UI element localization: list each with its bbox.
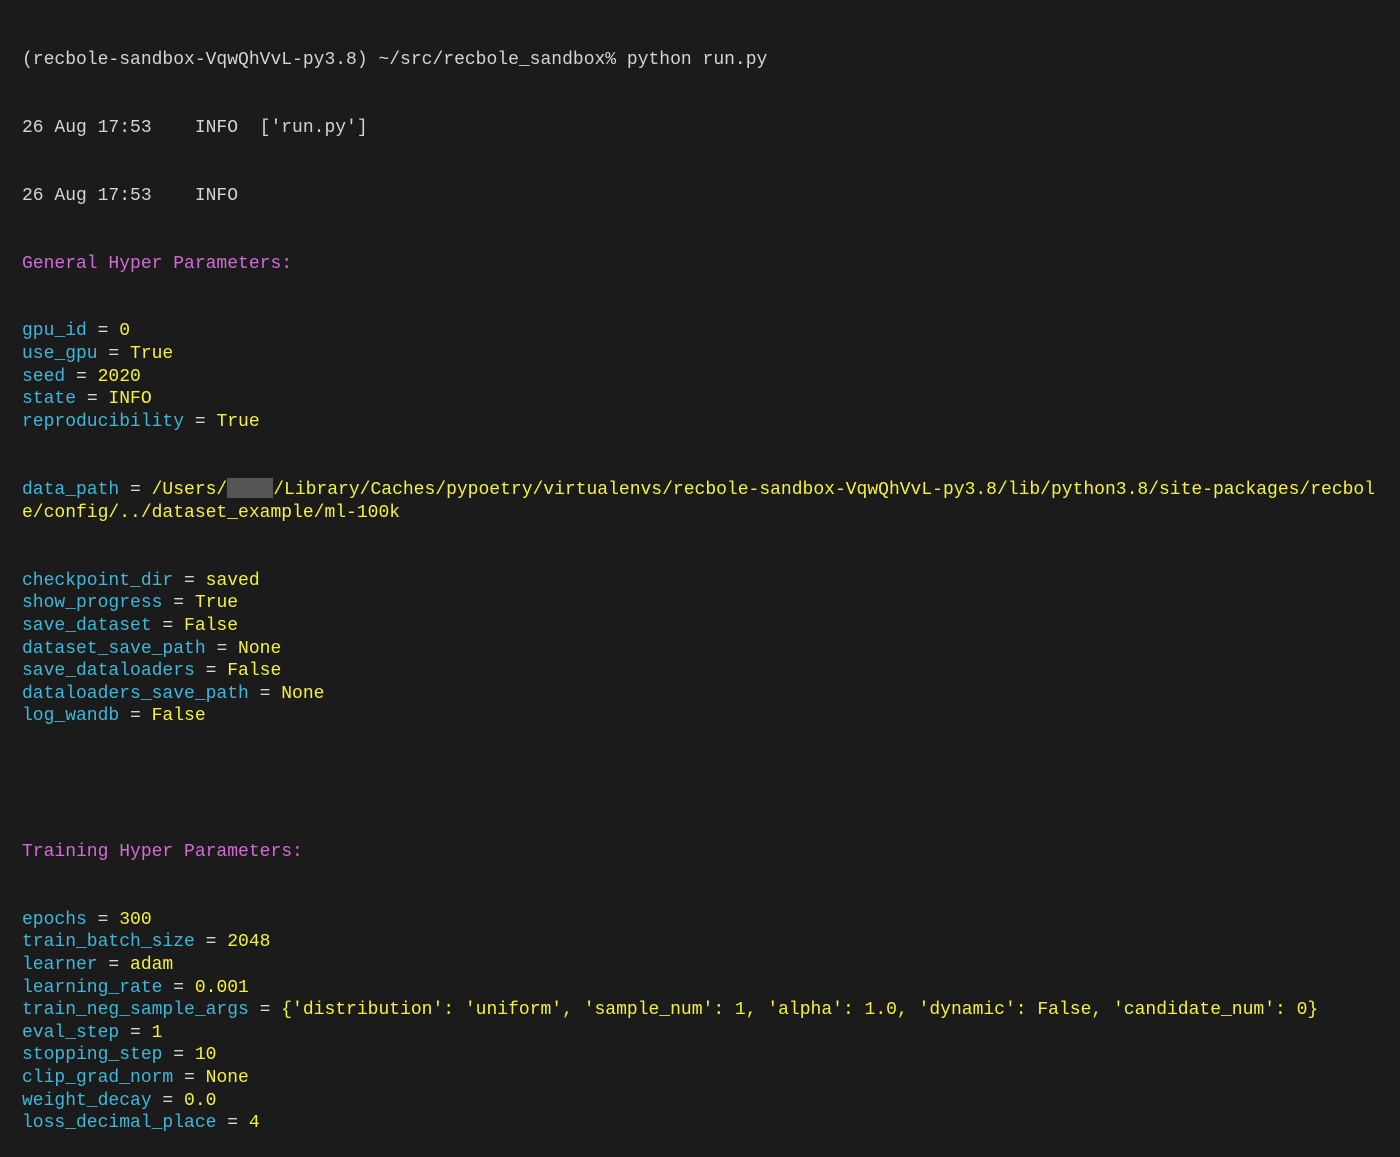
- param-key: loss_decimal_place: [22, 1113, 217, 1134]
- param-key: save_dataset: [22, 616, 152, 637]
- shell-prompt-line: (recbole-sandbox-VqwQhVvL-py3.8) ~/src/r…: [22, 50, 768, 71]
- param-line-stopping-step: stopping_step = 10: [22, 1045, 217, 1066]
- param-line-eval-step: eval_step = 1: [22, 1022, 163, 1043]
- param-value: False: [151, 706, 206, 727]
- param-key: use_gpu: [22, 343, 98, 364]
- param-line-show-progress: show_progress = True: [22, 593, 239, 614]
- param-line-log-wandb: log_wandb = False: [22, 706, 206, 727]
- param-key: reproducibility: [22, 411, 185, 432]
- param-value: 300: [119, 909, 152, 930]
- param-key: stopping_step: [22, 1045, 163, 1066]
- log-line: 26 Aug 17:53 INFO ['run.py']: [22, 117, 368, 138]
- param-value: saved: [205, 570, 260, 591]
- param-value: True: [130, 343, 174, 364]
- param-key: clip_grad_norm: [22, 1067, 174, 1088]
- param-value: False: [184, 616, 239, 637]
- param-line-save-dataloaders: save_dataloaders = False: [22, 661, 282, 682]
- redacted-username: [227, 478, 274, 499]
- param-line-dataset-save-path: dataset_save_path = None: [22, 638, 282, 659]
- param-value: 2048: [227, 932, 271, 953]
- param-line-clip-grad-norm: clip_grad_norm = None: [22, 1067, 249, 1088]
- param-key: learning_rate: [22, 977, 163, 998]
- param-line-state: state = INFO: [22, 389, 152, 410]
- param-line-save-dataset: save_dataset = False: [22, 616, 239, 637]
- param-line-train-batch-size: train_batch_size = 2048: [22, 932, 271, 953]
- param-key: train_batch_size: [22, 932, 195, 953]
- param-key: dataset_save_path: [22, 638, 206, 659]
- param-value: INFO: [108, 389, 152, 410]
- param-value: {'distribution': 'uniform', 'sample_num'…: [281, 1000, 1319, 1021]
- param-line-checkpoint-dir: checkpoint_dir = saved: [22, 570, 260, 591]
- param-key: learner: [22, 954, 98, 975]
- param-key: state: [22, 389, 77, 410]
- section-heading-general: General Hyper Parameters:: [22, 253, 293, 274]
- param-key: save_dataloaders: [22, 661, 195, 682]
- param-line-loss-decimal-place: loss_decimal_place = 4: [22, 1113, 260, 1134]
- param-line-weight-decay: weight_decay = 0.0: [22, 1090, 217, 1111]
- log-line: 26 Aug 17:53 INFO: [22, 185, 239, 206]
- param-line-dataloaders-save-path: dataloaders_save_path = None: [22, 683, 325, 704]
- param-line-seed: seed = 2020: [22, 366, 141, 387]
- param-key: seed: [22, 366, 66, 387]
- param-value: 1: [151, 1022, 163, 1043]
- param-value: False: [227, 661, 282, 682]
- section-heading-training: Training Hyper Parameters:: [22, 841, 303, 862]
- param-key: epochs: [22, 909, 87, 930]
- param-line-use-gpu: use_gpu = True: [22, 343, 174, 364]
- param-value: 0: [119, 321, 131, 342]
- param-line-learner: learner = adam: [22, 954, 174, 975]
- param-value: 10: [194, 1045, 217, 1066]
- param-value: None: [205, 1067, 249, 1088]
- param-line-learning-rate: learning_rate = 0.001: [22, 977, 249, 998]
- param-value: None: [238, 638, 282, 659]
- param-line-reproducibility: reproducibility = True: [22, 411, 260, 432]
- param-value: 2020: [97, 366, 141, 387]
- param-line-gpu-id: gpu_id = 0: [22, 321, 131, 342]
- param-key: checkpoint_dir: [22, 570, 174, 591]
- terminal-output[interactable]: (recbole-sandbox-VqwQhVvL-py3.8) ~/src/r…: [0, 0, 1394, 1157]
- param-key: show_progress: [22, 593, 163, 614]
- param-value: adam: [130, 954, 174, 975]
- param-value: True: [194, 593, 239, 614]
- param-value: 0.001: [194, 977, 249, 998]
- param-line-data-path: data_path = /Users//Library/Caches/pypoe…: [22, 478, 1376, 524]
- param-line-train-neg-sample-args: train_neg_sample_args = {'distribution':…: [22, 1000, 1319, 1021]
- param-value: None: [281, 683, 325, 704]
- param-key: eval_step: [22, 1022, 120, 1043]
- param-key: dataloaders_save_path: [22, 683, 249, 704]
- param-line-epochs: epochs = 300: [22, 909, 152, 930]
- param-key: log_wandb: [22, 706, 120, 727]
- param-key: weight_decay: [22, 1090, 152, 1111]
- param-value: 0.0: [184, 1090, 217, 1111]
- param-key: train_neg_sample_args: [22, 1000, 249, 1021]
- param-value: True: [216, 411, 260, 432]
- param-key: gpu_id: [22, 321, 87, 342]
- param-value: 4: [248, 1113, 260, 1134]
